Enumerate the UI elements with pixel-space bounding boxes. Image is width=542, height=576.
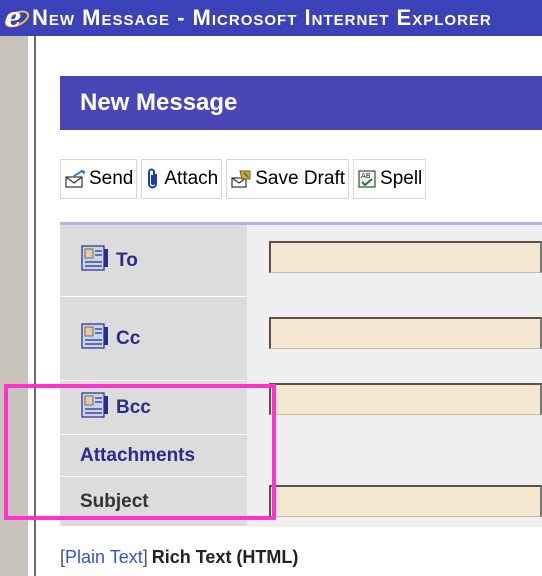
attachments-label: Attachments bbox=[80, 444, 196, 466]
subject-label-cell: Subject bbox=[60, 477, 247, 527]
save-draft-button[interactable]: Save Draft bbox=[226, 159, 350, 199]
subject-label: Subject bbox=[80, 490, 149, 512]
window-title: New Message - Microsoft Internet Explore… bbox=[32, 5, 492, 30]
spell-check-button[interactable]: AB Spell bbox=[353, 159, 427, 199]
attachments-list bbox=[247, 435, 542, 477]
window-frame bbox=[0, 36, 28, 576]
to-label-cell[interactable]: To bbox=[60, 225, 247, 297]
spell-label: Spell bbox=[380, 168, 423, 189]
internet-explorer-icon: e bbox=[2, 3, 32, 33]
address-book-icon[interactable] bbox=[80, 243, 110, 279]
format-toggle: [ Plain Text ] Rich Text (HTML) bbox=[60, 542, 298, 572]
send-button[interactable]: Send bbox=[60, 159, 138, 199]
attachments-row: Attachments bbox=[60, 435, 542, 477]
save-draft-icon bbox=[230, 169, 252, 189]
svg-text:AB: AB bbox=[361, 172, 371, 180]
attach-button[interactable]: Attach bbox=[141, 159, 223, 199]
send-label: Send bbox=[89, 168, 134, 189]
attachments-label-cell: Attachments bbox=[60, 435, 247, 477]
compose-toolbar: Send Attach Save Draft AB Spell bbox=[60, 156, 542, 202]
bcc-label: Bcc bbox=[116, 396, 151, 418]
address-book-icon[interactable] bbox=[80, 321, 110, 357]
subject-input[interactable] bbox=[269, 485, 542, 517]
cc-row: Cc bbox=[60, 297, 542, 381]
to-row: To bbox=[60, 225, 542, 297]
bcc-label-cell[interactable]: Bcc bbox=[60, 381, 247, 435]
message-header-fields: To Cc Bcc Attachments Subject bbox=[60, 222, 542, 527]
compose-header: New Message bbox=[60, 76, 542, 130]
bcc-input[interactable] bbox=[269, 383, 542, 415]
send-icon bbox=[64, 169, 86, 189]
attach-label: Attach bbox=[164, 168, 219, 189]
window-frame-line bbox=[34, 36, 36, 576]
address-book-icon[interactable] bbox=[80, 390, 110, 426]
cc-label: Cc bbox=[116, 327, 141, 349]
bcc-row: Bcc bbox=[60, 381, 542, 435]
page-title: New Message bbox=[80, 89, 238, 116]
cc-input[interactable] bbox=[269, 317, 542, 349]
plain-text-link[interactable]: Plain Text bbox=[65, 547, 143, 568]
subject-row: Subject bbox=[60, 477, 542, 527]
window-title-bar: e New Message - Microsoft Internet Explo… bbox=[0, 0, 542, 36]
rich-text-option: Rich Text (HTML) bbox=[151, 546, 299, 567]
paperclip-icon bbox=[145, 168, 161, 190]
spell-check-icon: AB bbox=[357, 169, 377, 189]
cc-label-cell[interactable]: Cc bbox=[60, 297, 247, 381]
save-draft-label: Save Draft bbox=[255, 168, 346, 189]
to-input[interactable] bbox=[269, 241, 542, 273]
to-label: To bbox=[116, 249, 138, 271]
format-bracket-close: ] bbox=[142, 546, 148, 567]
